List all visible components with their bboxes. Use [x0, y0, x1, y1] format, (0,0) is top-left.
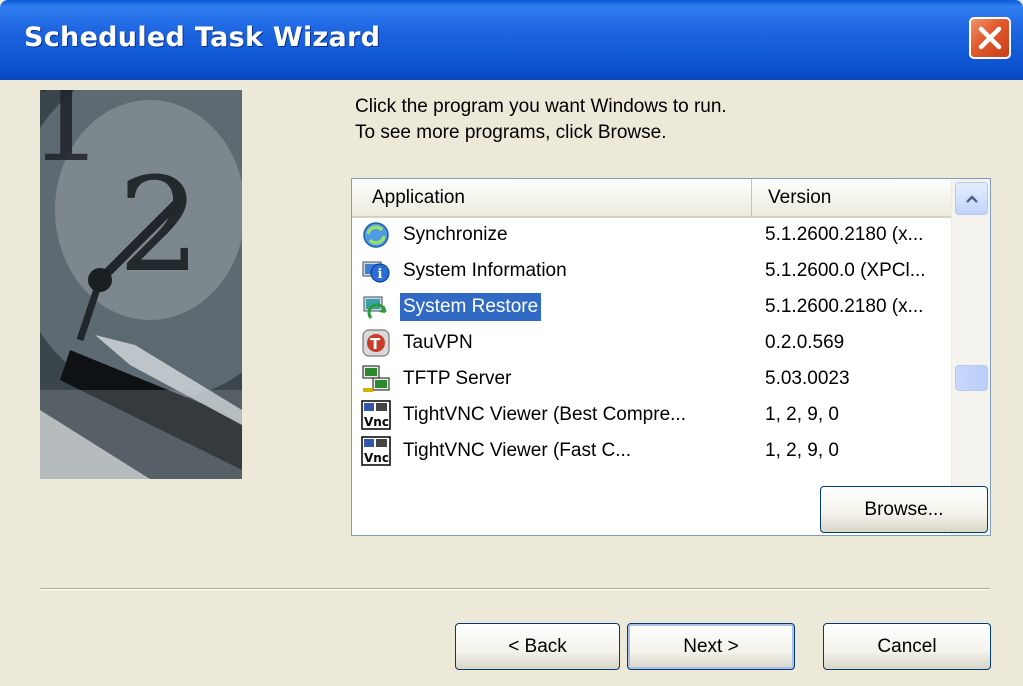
- column-header-version[interactable]: Version: [752, 179, 951, 216]
- list-item[interactable]: Synchronize 5.1.2600.2180 (x...: [352, 217, 951, 253]
- browse-button[interactable]: Browse...: [820, 486, 988, 533]
- application-name: Synchronize: [403, 224, 508, 245]
- next-button[interactable]: Next >: [627, 623, 795, 670]
- tightvnc-icon: Vnc: [361, 436, 391, 466]
- tftp-server-icon: [362, 365, 390, 392]
- svg-text:i: i: [378, 267, 383, 282]
- system-information-icon: i: [362, 261, 390, 283]
- application-version: 5.1.2600.0 (XPCl...: [765, 260, 926, 281]
- chevron-up-icon: [966, 195, 978, 203]
- application-name: TFTP Server: [403, 368, 512, 389]
- svg-text:Vnc: Vnc: [364, 415, 389, 429]
- svg-text:1: 1: [40, 90, 104, 189]
- system-restore-icon: [363, 296, 387, 319]
- application-version: 1, 2, 9, 0: [765, 404, 839, 425]
- vertical-scrollbar[interactable]: [951, 179, 990, 535]
- list-item[interactable]: Vnc TightVNC Viewer (Fast C... 1, 2, 9, …: [352, 433, 951, 469]
- program-list[interactable]: Application Version Synchronize 5.1.2600…: [351, 178, 991, 536]
- application-name: TightVNC Viewer (Fast C...: [403, 440, 632, 461]
- tightvnc-icon: Vnc: [361, 400, 391, 430]
- cancel-button[interactable]: Cancel: [823, 623, 991, 670]
- application-name: TightVNC Viewer (Best Compre...: [403, 404, 686, 425]
- tauvpn-icon: T: [362, 329, 390, 357]
- back-button[interactable]: < Back: [455, 623, 620, 670]
- application-version: 1, 2, 9, 0: [765, 440, 839, 461]
- window-title: Scheduled Task Wizard: [24, 22, 381, 53]
- application-version: 5.1.2600.2180 (x...: [765, 296, 924, 317]
- wizard-content: 1 2 Click the program you want Windows t…: [0, 80, 1023, 686]
- close-button[interactable]: [969, 17, 1011, 59]
- close-icon: [978, 26, 1002, 50]
- scrollbar-thumb[interactable]: [955, 365, 988, 391]
- synchronize-icon: [363, 222, 389, 248]
- instruction-line-2: To see more programs, click Browse.: [355, 122, 667, 143]
- list-item[interactable]: T TauVPN 0.2.0.569: [352, 325, 951, 361]
- application-name: System Information: [403, 260, 567, 281]
- list-header: Application Version: [352, 179, 951, 218]
- column-header-application[interactable]: Application: [352, 179, 752, 216]
- title-bar[interactable]: Scheduled Task Wizard: [0, 0, 1023, 80]
- instruction-line-1: Click the program you want Windows to ru…: [355, 96, 727, 117]
- separator-line: [40, 588, 990, 590]
- wizard-clock-pen-image: 1 2: [40, 90, 242, 479]
- list-item[interactable]: TFTP Server 5.03.0023: [352, 361, 951, 397]
- scroll-up-button[interactable]: [955, 182, 988, 215]
- list-item-selected[interactable]: System Restore 5.1.2600.2180 (x...: [352, 289, 951, 325]
- application-name: TauVPN: [403, 332, 473, 353]
- svg-text:Vnc: Vnc: [364, 451, 389, 465]
- application-version: 5.03.0023: [765, 368, 850, 389]
- application-name: System Restore: [400, 293, 542, 321]
- svg-text:T: T: [370, 335, 381, 353]
- wizard-window: Scheduled Task Wizard 1 2: [0, 0, 1023, 686]
- instructions: Click the program you want Windows to ru…: [355, 94, 727, 146]
- list-item[interactable]: i System Information 5.1.2600.0 (XPCl...: [352, 253, 951, 289]
- application-version: 5.1.2600.2180 (x...: [765, 224, 924, 245]
- list-item[interactable]: Vnc TightVNC Viewer (Best Compre... 1, 2…: [352, 397, 951, 433]
- application-version: 0.2.0.569: [765, 332, 845, 353]
